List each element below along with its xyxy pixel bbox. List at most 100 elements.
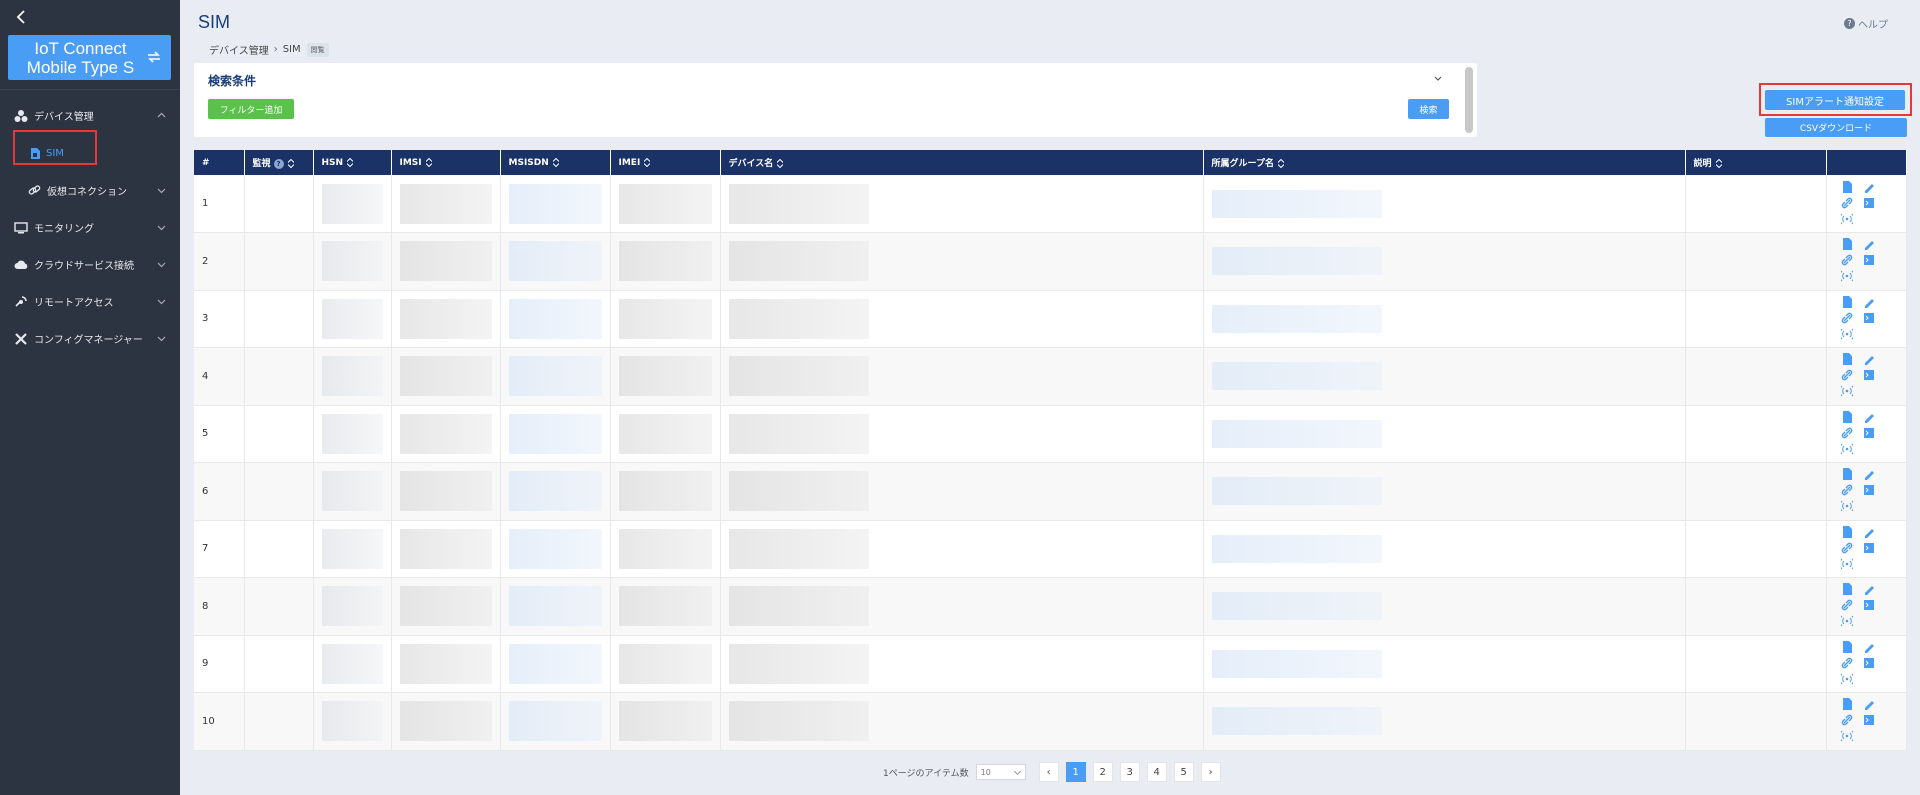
page-button[interactable]: 1 bbox=[1065, 762, 1086, 782]
terminal-icon[interactable] bbox=[1863, 369, 1875, 381]
edit-icon[interactable] bbox=[1863, 411, 1875, 423]
signal-icon[interactable] bbox=[1840, 558, 1853, 570]
imsi-cell bbox=[391, 175, 501, 233]
document-icon[interactable] bbox=[1841, 698, 1853, 711]
sidebar-item-remote-access[interactable]: リモートアクセス bbox=[0, 283, 180, 320]
page-button[interactable]: 4 bbox=[1146, 762, 1167, 782]
table-row[interactable]: 5 bbox=[194, 405, 1907, 463]
link-icon[interactable] bbox=[1841, 312, 1853, 324]
document-icon[interactable] bbox=[1841, 180, 1853, 193]
link-icon[interactable] bbox=[1841, 542, 1853, 554]
page-button[interactable]: 2 bbox=[1092, 762, 1113, 782]
signal-icon[interactable] bbox=[1840, 615, 1853, 627]
add-filter-button[interactable]: フィルター追加 bbox=[208, 99, 294, 119]
page-button[interactable]: 5 bbox=[1173, 762, 1194, 782]
signal-icon[interactable] bbox=[1840, 500, 1853, 512]
col-imsi[interactable]: IMSI bbox=[391, 150, 501, 175]
sidebar-item-virtual-connection[interactable]: 仮想コネクション bbox=[0, 172, 180, 209]
signal-icon[interactable] bbox=[1840, 213, 1853, 225]
table-row[interactable]: 8 bbox=[194, 577, 1907, 635]
edit-icon[interactable] bbox=[1863, 583, 1875, 596]
items-per-page-select[interactable]: 10 bbox=[975, 764, 1026, 780]
page-button[interactable]: 3 bbox=[1119, 762, 1140, 782]
sort-icon bbox=[777, 159, 784, 168]
link-icon[interactable] bbox=[1841, 599, 1853, 611]
col-msisdn[interactable]: MSISDN bbox=[500, 150, 611, 175]
sidebar-item-config-manager[interactable]: コンフィグマネージャー bbox=[0, 320, 180, 357]
hsn-cell bbox=[313, 692, 392, 750]
document-icon[interactable] bbox=[1841, 640, 1853, 653]
col-imei[interactable]: IMEI bbox=[610, 150, 721, 175]
signal-icon[interactable] bbox=[1840, 443, 1853, 455]
edit-icon[interactable] bbox=[1863, 238, 1875, 251]
signal-icon[interactable] bbox=[1840, 328, 1853, 340]
link-icon[interactable] bbox=[1841, 427, 1853, 439]
document-icon[interactable] bbox=[1841, 583, 1853, 596]
terminal-icon[interactable] bbox=[1863, 599, 1875, 611]
terminal-icon[interactable] bbox=[1863, 714, 1875, 726]
document-icon[interactable] bbox=[1841, 295, 1853, 308]
link-icon[interactable] bbox=[1841, 484, 1853, 496]
document-icon[interactable] bbox=[1841, 353, 1853, 366]
terminal-icon[interactable] bbox=[1863, 542, 1875, 554]
terminal-icon[interactable] bbox=[1863, 427, 1875, 439]
help-link[interactable]: ? ヘルプ bbox=[1844, 16, 1888, 31]
imsi-cell bbox=[391, 347, 501, 405]
description-cell bbox=[1685, 290, 1827, 348]
table-row[interactable]: 7 bbox=[194, 520, 1907, 578]
col-group[interactable]: 所属グループ名 bbox=[1203, 150, 1686, 175]
edit-icon[interactable] bbox=[1863, 181, 1875, 193]
col-device-name[interactable]: デバイス名 bbox=[720, 150, 1204, 175]
prev-page-button[interactable]: ‹ bbox=[1038, 762, 1059, 782]
edit-icon[interactable] bbox=[1863, 526, 1875, 538]
terminal-icon[interactable] bbox=[1863, 197, 1875, 209]
document-icon[interactable] bbox=[1841, 410, 1853, 423]
col-monitor[interactable]: 監視? bbox=[244, 150, 314, 175]
link-icon[interactable] bbox=[1841, 714, 1853, 726]
redacted-value bbox=[728, 701, 869, 742]
table-row[interactable]: 2 bbox=[194, 232, 1907, 290]
search-button[interactable]: 検索 bbox=[1408, 99, 1449, 119]
sidebar-item-device-management[interactable]: デバイス管理 bbox=[0, 97, 180, 134]
signal-icon[interactable] bbox=[1840, 385, 1853, 397]
signal-icon[interactable] bbox=[1840, 673, 1853, 685]
csv-download-button[interactable]: CSVダウンロード bbox=[1765, 118, 1907, 137]
terminal-icon[interactable] bbox=[1863, 254, 1875, 266]
edit-icon[interactable] bbox=[1863, 641, 1875, 653]
link-icon[interactable] bbox=[1841, 657, 1853, 669]
table-row[interactable]: 6 bbox=[194, 462, 1907, 520]
table-row[interactable]: 10 bbox=[194, 692, 1907, 750]
edit-icon[interactable] bbox=[1863, 353, 1875, 366]
table-row[interactable]: 9 bbox=[194, 635, 1907, 693]
table-row[interactable]: 3 bbox=[194, 290, 1907, 348]
actions-cell bbox=[1826, 405, 1907, 463]
scrollbar[interactable] bbox=[1465, 67, 1473, 133]
sidebar-item-cloud-connection[interactable]: クラウドサービス接続 bbox=[0, 246, 180, 283]
breadcrumb-parent[interactable]: デバイス管理 bbox=[209, 42, 269, 57]
col-hsn[interactable]: HSN bbox=[313, 150, 392, 175]
document-icon[interactable] bbox=[1841, 525, 1853, 538]
next-page-button[interactable]: › bbox=[1200, 762, 1221, 782]
edit-icon[interactable] bbox=[1863, 296, 1875, 308]
link-icon[interactable] bbox=[1841, 254, 1853, 266]
table-row[interactable]: 4 bbox=[194, 347, 1907, 405]
back-chevron-icon[interactable] bbox=[14, 8, 30, 26]
terminal-icon[interactable] bbox=[1863, 657, 1875, 669]
edit-icon[interactable] bbox=[1863, 698, 1875, 711]
edit-icon[interactable] bbox=[1863, 468, 1875, 481]
sidebar-item-monitoring[interactable]: モニタリング bbox=[0, 209, 180, 246]
link-icon[interactable] bbox=[1841, 197, 1853, 209]
document-icon[interactable] bbox=[1841, 468, 1853, 481]
table-row[interactable]: 1 bbox=[194, 175, 1907, 233]
terminal-icon[interactable] bbox=[1863, 484, 1875, 496]
document-icon[interactable] bbox=[1841, 238, 1853, 251]
collapse-chevron-icon[interactable] bbox=[1433, 73, 1443, 83]
app-switcher-button[interactable]: IoT Connect Mobile Type S bbox=[8, 35, 171, 80]
signal-icon[interactable] bbox=[1840, 730, 1853, 742]
signal-icon[interactable] bbox=[1840, 270, 1853, 282]
terminal-icon[interactable] bbox=[1863, 312, 1875, 324]
col-description[interactable]: 説明 bbox=[1685, 150, 1827, 175]
link-icon[interactable] bbox=[1841, 369, 1853, 381]
imei-cell bbox=[610, 232, 721, 290]
device-name-cell bbox=[720, 347, 1204, 405]
